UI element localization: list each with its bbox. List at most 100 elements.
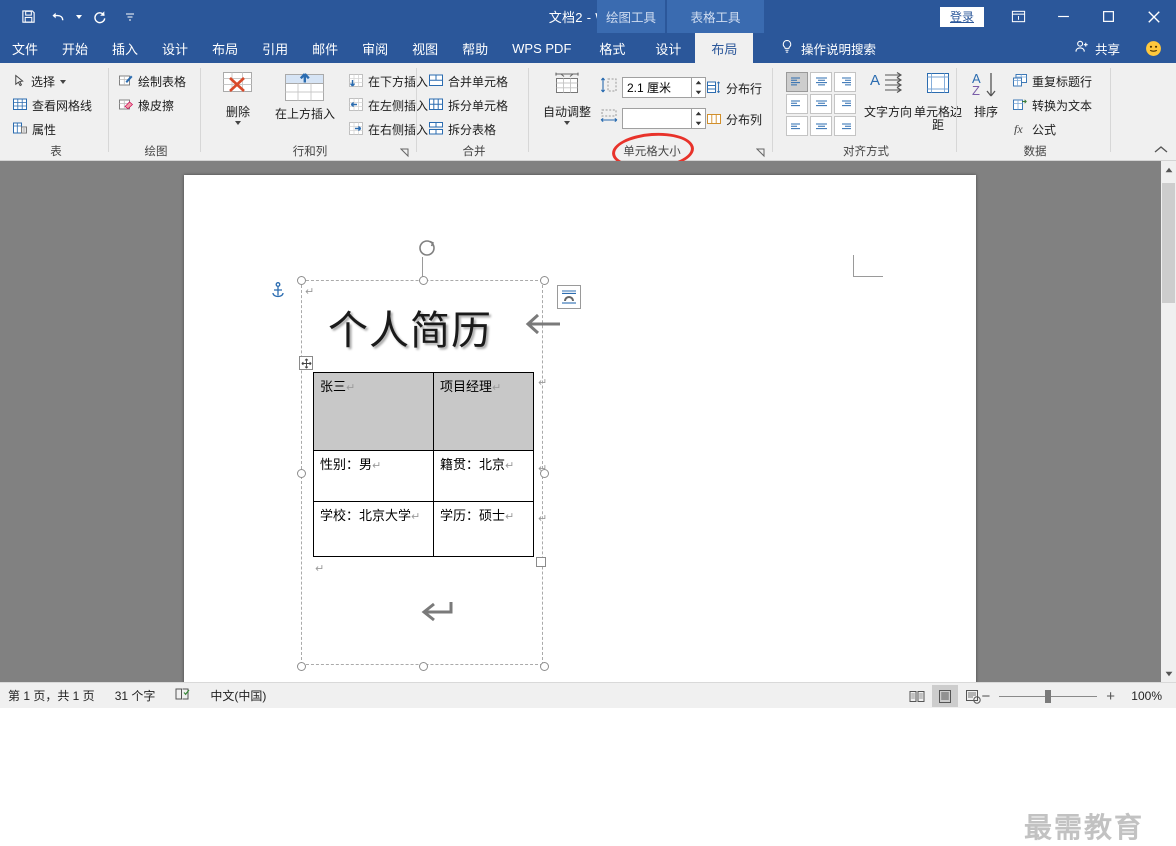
split-cells-button[interactable]: 拆分单元格 <box>426 95 511 116</box>
insert-below-button[interactable]: 在下方插入 <box>346 71 431 92</box>
eraser-button[interactable]: 橡皮擦 <box>116 95 189 116</box>
insert-above-button[interactable]: 在上方插入 <box>268 73 342 121</box>
table-properties-button[interactable]: 属性 <box>10 119 95 140</box>
zoom-in-button[interactable]: + <box>1106 688 1115 705</box>
word-count[interactable]: 31 个字 <box>105 687 166 704</box>
formula-button[interactable]: fx 公式 <box>1010 119 1095 140</box>
text-direction-button[interactable]: A 文字方向 <box>860 71 916 119</box>
language-indicator[interactable]: 中文(中国) <box>200 687 276 704</box>
resize-handle-top-left[interactable] <box>297 276 306 285</box>
resize-handle-top-right[interactable] <box>540 276 549 285</box>
zoom-percentage[interactable]: 100% <box>1124 689 1162 703</box>
tab-references[interactable]: 引用 <box>250 33 300 63</box>
table-cell[interactable]: 学历：硕士↵ <box>434 502 534 557</box>
sign-in-button[interactable]: 登录 <box>940 7 984 27</box>
tab-layout[interactable]: 布局 <box>200 33 250 63</box>
tab-table-layout[interactable]: 布局 <box>695 33 753 63</box>
scrollbar-thumb[interactable] <box>1162 183 1175 303</box>
tab-wps-pdf[interactable]: WPS PDF <box>500 33 583 63</box>
distribute-rows-button[interactable]: 分布行 <box>704 78 765 99</box>
zoom-out-button[interactable]: − <box>981 688 990 705</box>
table-row[interactable]: 张三↵ 项目经理↵ <box>314 373 534 451</box>
select-button[interactable]: 选择 <box>10 71 95 92</box>
collapse-ribbon-icon[interactable] <box>1154 144 1168 158</box>
resize-handle-top-center[interactable] <box>419 276 428 285</box>
ribbon-display-options-icon[interactable] <box>996 0 1041 33</box>
vertical-scrollbar[interactable] <box>1161 161 1176 682</box>
align-middle-left-button[interactable] <box>786 94 808 114</box>
align-bottom-right-button[interactable] <box>834 116 856 136</box>
table-row[interactable]: 性别：男↵ 籍贯：北京↵ <box>314 451 534 502</box>
page-indicator[interactable]: 第 1 页，共 1 页 <box>0 687 105 704</box>
tell-me-search[interactable]: 操作说明搜索 <box>780 33 876 63</box>
rotate-handle[interactable] <box>417 238 435 256</box>
align-middle-right-button[interactable] <box>834 94 856 114</box>
insert-left-button[interactable]: 在左侧插入 <box>346 95 431 116</box>
tab-drawing-format[interactable]: 格式 <box>583 33 641 63</box>
table-cell[interactable]: 性别：男↵ <box>314 451 434 502</box>
table-column-width-input[interactable] <box>622 108 692 129</box>
autofit-button[interactable]: 自动调整 <box>538 71 596 125</box>
table-resize-handle[interactable] <box>536 557 546 567</box>
tab-review[interactable]: 审阅 <box>350 33 400 63</box>
repeat-header-rows-button[interactable]: 重复标题行 <box>1010 71 1095 92</box>
resize-handle-bottom-left[interactable] <box>297 662 306 671</box>
proofing-status[interactable] <box>165 687 200 704</box>
close-icon[interactable] <box>1131 0 1176 33</box>
tab-design[interactable]: 设计 <box>150 33 200 63</box>
zoom-slider[interactable] <box>999 696 1097 697</box>
autofit-caret-icon[interactable] <box>564 121 570 125</box>
merge-cells-button[interactable]: 合并单元格 <box>426 71 511 92</box>
resize-handle-bottom-right[interactable] <box>540 662 549 671</box>
select-caret-icon[interactable] <box>60 80 66 84</box>
align-top-right-button[interactable] <box>834 72 856 92</box>
insert-right-button[interactable]: 在右侧插入 <box>346 119 431 140</box>
scroll-down-arrow[interactable] <box>1161 665 1176 682</box>
align-top-left-button[interactable] <box>786 72 808 92</box>
distribute-columns-button[interactable]: 分布列 <box>704 109 765 130</box>
feedback-smiley-icon[interactable] <box>1145 33 1162 63</box>
cell-margins-button[interactable]: 单元格边距 <box>910 71 966 132</box>
zoom-slider-thumb[interactable] <box>1045 690 1051 703</box>
align-bottom-center-button[interactable] <box>810 116 832 136</box>
align-middle-center-button[interactable] <box>810 94 832 114</box>
read-mode-button[interactable] <box>904 685 930 707</box>
split-table-button[interactable]: 拆分表格 <box>426 119 511 140</box>
table-cell[interactable]: 籍贯：北京↵ <box>434 451 534 502</box>
align-top-center-button[interactable] <box>810 72 832 92</box>
layout-options-button[interactable] <box>557 285 581 309</box>
sort-button[interactable]: AZ 排序 <box>964 71 1008 119</box>
maximize-icon[interactable] <box>1086 0 1131 33</box>
scroll-up-arrow[interactable] <box>1161 161 1176 178</box>
tab-home[interactable]: 开始 <box>50 33 100 63</box>
tab-help[interactable]: 帮助 <box>450 33 500 63</box>
document-page[interactable]: ↵ 个人简历 张三↵ 项目经理↵ 性别： <box>184 175 976 695</box>
resume-title-text[interactable]: 个人简历 <box>328 298 492 356</box>
tab-insert[interactable]: 插入 <box>100 33 150 63</box>
tab-file[interactable]: 文件 <box>0 33 50 63</box>
align-bottom-left-button[interactable] <box>786 116 808 136</box>
resume-table[interactable]: 张三↵ 项目经理↵ 性别：男↵ 籍贯：北京↵ 学校：北京大学↵ <box>313 372 534 557</box>
table-row[interactable]: 学校：北京大学↵ 学历：硕士↵ <box>314 502 534 557</box>
view-gridlines-button[interactable]: 查看网格线 <box>10 95 95 116</box>
convert-to-text-button[interactable]: 转换为文本 <box>1010 95 1095 116</box>
table-column-width-field[interactable] <box>600 108 706 129</box>
document-canvas[interactable]: ↵ 个人简历 张三↵ 项目经理↵ 性别： <box>0 161 1176 682</box>
minimize-icon[interactable] <box>1041 0 1086 33</box>
table-cell[interactable]: 项目经理↵ <box>434 373 534 451</box>
table-row-height-input[interactable]: 2.1 厘米 <box>622 77 692 98</box>
table-cell[interactable]: 学校：北京大学↵ <box>314 502 434 557</box>
draw-table-button[interactable]: 绘制表格 <box>116 71 189 92</box>
cell-size-dialog-launcher[interactable] <box>756 146 768 158</box>
table-cell[interactable]: 张三↵ <box>314 373 434 451</box>
delete-table-button[interactable]: 删除 <box>210 71 266 125</box>
resize-handle-bottom-center[interactable] <box>419 662 428 671</box>
tab-mailings[interactable]: 邮件 <box>300 33 350 63</box>
table-move-handle[interactable] <box>299 356 313 370</box>
resize-handle-middle-left[interactable] <box>297 469 306 478</box>
tab-table-design[interactable]: 设计 <box>641 33 695 63</box>
print-layout-button[interactable] <box>932 685 958 707</box>
tab-view[interactable]: 视图 <box>400 33 450 63</box>
rows-columns-dialog-launcher[interactable] <box>400 146 412 158</box>
share-button[interactable]: 共享 <box>1074 33 1120 63</box>
